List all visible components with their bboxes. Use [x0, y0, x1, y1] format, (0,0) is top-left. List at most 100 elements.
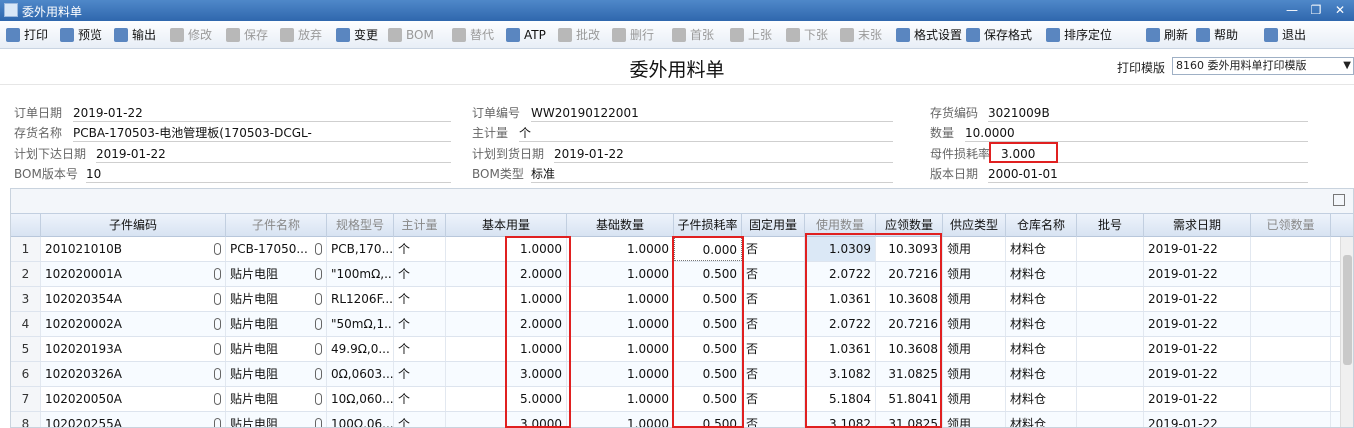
table-cell[interactable]: 10.3093 [876, 237, 943, 261]
toolbar-button-refresh[interactable]: 刷新 [1146, 26, 1188, 44]
table-cell[interactable]: 否 [742, 387, 805, 411]
table-cell[interactable] [1251, 362, 1331, 386]
attachment-icon[interactable] [315, 268, 322, 280]
table-cell[interactable]: 2019-01-22 [1144, 337, 1251, 361]
table-cell[interactable]: 否 [742, 287, 805, 311]
toolbar-button-substitute[interactable]: 替代 [452, 26, 494, 44]
table-cell[interactable]: 2019-01-22 [1144, 312, 1251, 336]
attachment-icon[interactable] [214, 368, 221, 380]
table-cell[interactable] [1077, 387, 1144, 411]
grid-header-cell[interactable]: 子件名称 [226, 214, 327, 237]
table-cell[interactable] [1077, 337, 1144, 361]
table-cell[interactable]: 49.9Ω,0... [327, 337, 394, 361]
attachment-icon[interactable] [214, 318, 221, 330]
row-number-cell[interactable]: 8 [11, 412, 41, 427]
table-cell[interactable]: 领用 [943, 287, 1006, 311]
table-cell[interactable]: 0.500 [674, 262, 742, 286]
order-date-value[interactable]: 2019-01-22 [73, 104, 451, 122]
table-cell[interactable]: 1.0309 [805, 237, 876, 261]
restore-button[interactable]: ❐ [1306, 2, 1326, 18]
table-cell[interactable]: 否 [742, 312, 805, 336]
grid-header-cell[interactable]: 已领数量 [1251, 214, 1331, 237]
grid-header-cell[interactable]: 使用数量 [805, 214, 876, 237]
table-cell[interactable] [1251, 387, 1331, 411]
table-cell[interactable]: 0Ω,0603... [327, 362, 394, 386]
table-cell[interactable]: 贴片电阻 [226, 387, 327, 411]
table-cell[interactable]: 个 [394, 312, 446, 336]
row-number-cell[interactable]: 4 [11, 312, 41, 336]
table-cell[interactable]: 0.500 [674, 387, 742, 411]
grid-header-cell[interactable]: 仓库名称 [1006, 214, 1077, 237]
table-cell[interactable] [1077, 412, 1144, 427]
attachment-icon[interactable] [315, 368, 322, 380]
toolbar-button-save-format[interactable]: 保存格式 [966, 26, 1032, 44]
toolbar-button-last[interactable]: 末张 [840, 26, 882, 44]
attachment-icon[interactable] [214, 293, 221, 305]
table-cell[interactable]: 0.000 [674, 237, 742, 261]
table-cell[interactable] [1077, 237, 1144, 261]
toolbar-button-batch-edit[interactable]: 批改 [558, 26, 600, 44]
table-cell[interactable]: RL1206F... [327, 287, 394, 311]
attachment-icon[interactable] [214, 418, 221, 427]
expand-icon[interactable] [1333, 194, 1345, 206]
table-cell[interactable]: 102020002A [41, 312, 226, 336]
table-row[interactable]: 1 201021010B PCB-17050... PCB,170... 个 1.0000… [11, 237, 1353, 262]
grid-header-cell[interactable]: 应领数量 [876, 214, 943, 237]
row-number-cell[interactable]: 7 [11, 387, 41, 411]
table-cell[interactable]: 31.0825 [876, 412, 943, 427]
attachment-icon[interactable] [214, 343, 221, 355]
table-cell[interactable]: 2019-01-22 [1144, 262, 1251, 286]
grid-header-cell[interactable]: 子件编码 [41, 214, 226, 237]
table-cell[interactable]: 102020255A [41, 412, 226, 427]
table-cell[interactable]: 2019-01-22 [1144, 387, 1251, 411]
toolbar-button-change[interactable]: 变更 [336, 26, 378, 44]
table-cell[interactable] [1251, 287, 1331, 311]
plan-arrival-date-value[interactable]: 2019-01-22 [554, 145, 893, 163]
table-cell[interactable]: 3.1082 [805, 412, 876, 427]
parent-loss-rate-value[interactable]: 3.000 [1001, 145, 1308, 163]
toolbar-button-edit[interactable]: 修改 [170, 26, 212, 44]
grid-header-cell[interactable]: 需求日期 [1144, 214, 1251, 237]
table-cell[interactable]: 1.0000 [446, 287, 567, 311]
item-name-value[interactable]: PCBA-170503-电池管理板(170503-DCGL- [73, 124, 451, 142]
toolbar-button-first[interactable]: 首张 [672, 26, 714, 44]
table-cell[interactable]: 个 [394, 412, 446, 427]
quantity-value[interactable]: 10.0000 [965, 124, 1308, 142]
scrollbar-thumb[interactable] [1343, 255, 1352, 365]
table-cell[interactable]: PCB,170... [327, 237, 394, 261]
table-row[interactable]: 8 102020255A 贴片电阻 100Ω,06... 个 3.0000 1.0000 0.… [11, 412, 1353, 427]
table-cell[interactable]: 2019-01-22 [1144, 287, 1251, 311]
table-row[interactable]: 2 102020001A 贴片电阻 "100mΩ,... 个 2.0000 1.0000 0.… [11, 262, 1353, 287]
table-cell[interactable]: 1.0000 [567, 412, 674, 427]
table-cell[interactable]: 5.0000 [446, 387, 567, 411]
row-number-cell[interactable]: 2 [11, 262, 41, 286]
toolbar-button-atp[interactable]: ATP [506, 26, 546, 44]
attachment-icon[interactable] [315, 318, 322, 330]
toolbar-button-next[interactable]: 下张 [786, 26, 828, 44]
table-cell[interactable]: 1.0000 [567, 337, 674, 361]
table-cell[interactable] [1077, 262, 1144, 286]
grid-header-cell[interactable]: 基础数量 [567, 214, 674, 237]
attachment-icon[interactable] [315, 418, 322, 427]
table-cell[interactable]: 个 [394, 287, 446, 311]
table-cell[interactable]: 10.3608 [876, 287, 943, 311]
table-cell[interactable]: 材料仓 [1006, 287, 1077, 311]
grid-header-cell[interactable]: 固定用量 [742, 214, 805, 237]
table-cell[interactable]: 1.0000 [446, 237, 567, 261]
table-cell[interactable]: 2019-01-22 [1144, 362, 1251, 386]
grid-header-cell[interactable]: 主计量 [394, 214, 446, 237]
attachment-icon[interactable] [315, 393, 322, 405]
table-cell[interactable]: 1.0000 [567, 312, 674, 336]
table-cell[interactable]: 10Ω,060... [327, 387, 394, 411]
table-cell[interactable]: 个 [394, 337, 446, 361]
table-cell[interactable]: 1.0000 [567, 237, 674, 261]
table-cell[interactable]: 领用 [943, 412, 1006, 427]
table-cell[interactable]: 贴片电阻 [226, 362, 327, 386]
table-cell[interactable]: 20.7216 [876, 312, 943, 336]
table-cell[interactable]: 贴片电阻 [226, 262, 327, 286]
table-cell[interactable]: 2.0722 [805, 312, 876, 336]
table-cell[interactable] [1077, 312, 1144, 336]
table-cell[interactable]: 3.0000 [446, 412, 567, 427]
bom-type-value[interactable]: 标准 [531, 165, 893, 183]
main-unit-value[interactable]: 个 [519, 124, 893, 142]
